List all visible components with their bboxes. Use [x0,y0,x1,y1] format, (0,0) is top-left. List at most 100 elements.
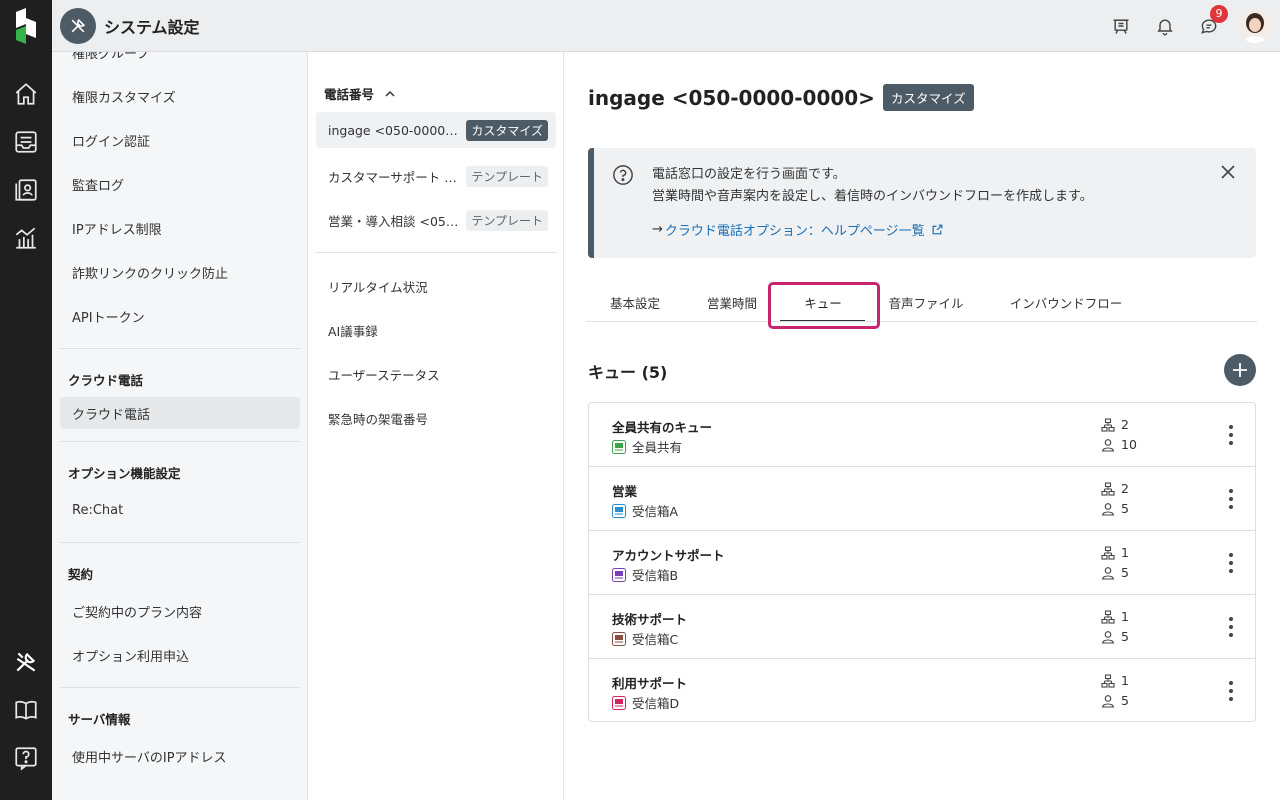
analytics-icon[interactable] [12,224,40,252]
emergency-call-number-link[interactable]: 緊急時の架電番号 [328,409,428,428]
sidebar-item-cloud-phone[interactable]: クラウド電話 [60,397,300,429]
user-count-value: 5 [1121,629,1129,644]
queue-user-count: 5 [1101,501,1129,516]
sidebar-item-login-auth[interactable]: ログイン認証 [60,124,300,156]
help-icon[interactable] [12,744,40,772]
sidebar-heading-cloud-phone: クラウド電話 [68,373,144,388]
group-count-value: 2 [1121,417,1129,432]
more-vertical-icon[interactable] [1223,681,1239,701]
tab-basic-settings[interactable]: 基本設定 [586,282,684,322]
queue-name: 全員共有のキュー [612,420,713,435]
phone-number-item[interactable]: カスタマーサポート <050-0000-0001> テンプレート [316,158,556,194]
info-banner: 電話窓口の設定を行う画面です。 営業時間や音声案内を設定し、着信時のインバウンド… [588,148,1256,258]
queue-name: 技術サポート [612,612,688,627]
queue-user-count: 10 [1101,437,1137,452]
tab-inbound-flow[interactable]: インバウンドフロー [998,282,1134,322]
user-icon [1101,630,1115,644]
arrow-right-glyph: → [652,222,663,237]
more-vertical-icon[interactable] [1223,553,1239,573]
queue-row[interactable]: 利用サポート 受信箱D 1 5 [589,659,1255,721]
phone-number-item[interactable]: ingage <050-0000-0000> カスタマイズ [316,112,556,148]
bell-icon[interactable] [1150,11,1180,41]
tab-focus-highlight [768,282,880,329]
guide-book-icon[interactable] [12,696,40,724]
home-icon[interactable] [12,80,40,108]
inbox-color-icon [612,503,626,518]
more-vertical-icon[interactable] [1223,617,1239,637]
main-content: ingage <050-0000-0000> カスタマイズ 電話窓口の設定を行う… [564,52,1280,800]
sidebar-divider [60,348,300,349]
user-count-value: 5 [1121,565,1129,580]
sidebar-item-api-token[interactable]: APIトークン [60,300,300,332]
sidebar-heading-contract: 契約 [68,567,94,582]
sidebar-item-ip-restriction[interactable]: IPアドレス制限 [60,212,300,244]
sidebar-item-permission-customize[interactable]: 権限カスタマイズ [60,80,300,112]
settings-sidebar: 権限グループ 権限カスタマイズ ログイン認証 監査ログ IPアドレス制限 詐欺リ… [52,52,308,800]
top-header: システム設定 9 [52,0,1280,52]
sidebar-item-current-plan[interactable]: ご契約中のプラン内容 [60,595,300,627]
app-title: システム設定 [104,18,200,37]
phone-number-name: 営業・導入相談 <050-0000-0002> [328,213,462,229]
phone-number-item[interactable]: 営業・導入相談 <050-0000-0002> テンプレート [316,202,556,238]
realtime-status-link[interactable]: リアルタイム状況 [328,277,428,296]
queue-row[interactable]: 全員共有のキュー 全員共有 2 10 [589,403,1255,467]
sidebar-item-fraud-link-prevention[interactable]: 詐欺リンクのクリック防止 [60,256,300,288]
sidebar-item-audit-log[interactable]: 監査ログ [60,168,300,200]
queue-user-count: 5 [1101,629,1129,644]
queue-row[interactable]: 技術サポート 受信箱C 1 5 [589,595,1255,659]
phone-number-name: カスタマーサポート <050-0000-0001> [328,169,462,185]
group-count-value: 2 [1121,481,1129,496]
user-avatar[interactable] [1238,9,1272,43]
tab-audio-files[interactable]: 音声ファイル [882,282,970,322]
sidebar-heading-server-info: サーバ情報 [68,712,131,727]
user-status-link[interactable]: ユーザーステータス [328,365,440,384]
queue-inbox-label: 受信箱B [632,568,679,583]
inbox-color-icon [612,567,626,582]
page-title-area: ingage <050-0000-0000> カスタマイズ [588,84,974,111]
queue-group-count: 1 [1101,545,1129,560]
user-count-value: 5 [1121,501,1129,516]
ai-minutes-link[interactable]: AI議事録 [328,321,378,340]
phone-number-panel: 電話番号 ingage <050-0000-0000> カスタマイズ カスタマー… [308,52,564,800]
info-text: 電話窓口の設定を行う画面です。 営業時間や音声案内を設定し、着信時のインバウンド… [652,164,1093,208]
inbox-color-icon [612,439,626,454]
queue-name: 営業 [612,484,638,499]
user-icon [1101,502,1115,516]
brand-logo-icon[interactable] [12,8,40,44]
help-page-link[interactable]: → クラウド電話オプション：ヘルプページ一覧 [652,220,944,239]
inbox-color-icon [612,695,626,710]
more-vertical-icon[interactable] [1223,425,1239,445]
sidebar-item-server-ip[interactable]: 使用中サーバのIPアドレス [60,740,300,772]
inbox-icon[interactable] [12,128,40,156]
contacts-icon[interactable] [12,176,40,204]
queue-group-count: 2 [1101,417,1129,432]
panel-divider [316,252,556,253]
info-line-2: 営業時間や音声案内を設定し、着信時のインバウンドフローを作成します。 [652,189,1093,204]
add-queue-button[interactable] [1224,354,1256,386]
tools-icon [60,8,96,44]
sidebar-item-rechat[interactable]: Re:Chat [60,494,300,526]
close-icon[interactable] [1218,162,1238,182]
global-nav-rail [0,0,52,800]
settings-tabs: 基本設定 営業時間 キュー 音声ファイル インバウンドフロー [586,282,1257,322]
chat-icon[interactable]: 9 [1194,5,1228,41]
queue-name: 利用サポート [612,676,688,691]
settings-tools-icon[interactable] [12,648,40,676]
phone-numbers-toggle[interactable]: 電話番号 [324,84,396,103]
queue-inbox-label: 受信箱C [632,632,679,647]
sidebar-item-permission-group[interactable]: 権限グループ [60,52,300,68]
queue-inbox-label: 受信箱D [632,696,680,711]
plus-icon [1233,363,1247,377]
user-icon [1101,438,1115,452]
phone-number-name: ingage <050-0000-0000> [328,122,462,138]
sidebar-item-option-application[interactable]: オプション利用申込 [60,639,300,671]
tab-business-hours[interactable]: 営業時間 [684,282,780,322]
sidebar-divider [60,687,300,688]
more-vertical-icon[interactable] [1223,489,1239,509]
queue-inbox: 受信箱D [612,693,679,712]
queue-row[interactable]: 営業 受信箱A 2 5 [589,467,1255,531]
news-board-icon[interactable] [1106,11,1136,41]
queue-row[interactable]: アカウントサポート 受信箱B 1 5 [589,531,1255,595]
user-icon [1101,694,1115,708]
user-icon [1101,566,1115,580]
